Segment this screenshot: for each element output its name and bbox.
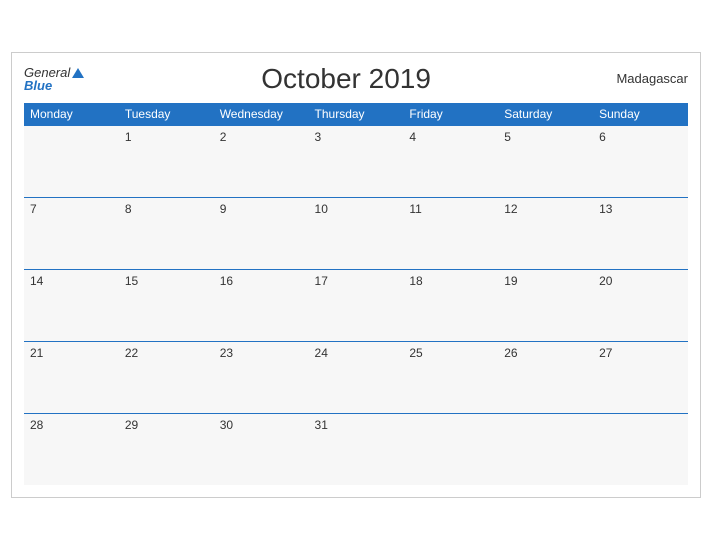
- weekday-header-wednesday: Wednesday: [214, 103, 309, 126]
- weekday-header-sunday: Sunday: [593, 103, 688, 126]
- day-number: 6: [599, 130, 606, 144]
- calendar-week-row: 28 29 30 31: [24, 413, 688, 485]
- calendar-cell: 18: [403, 269, 498, 341]
- day-number: 24: [315, 346, 328, 360]
- weekday-header-tuesday: Tuesday: [119, 103, 214, 126]
- weekday-header-friday: Friday: [403, 103, 498, 126]
- day-number: 1: [125, 130, 132, 144]
- calendar-cell: 19: [498, 269, 593, 341]
- day-number: 13: [599, 202, 612, 216]
- calendar-week-row: 7 8 9 10 11 12 13: [24, 197, 688, 269]
- calendar-cell: 13: [593, 197, 688, 269]
- month-title: October 2019: [84, 63, 608, 95]
- country-label: Madagascar: [608, 71, 688, 86]
- calendar-cell: [403, 413, 498, 485]
- calendar-cell: 11: [403, 197, 498, 269]
- day-number: 29: [125, 418, 138, 432]
- calendar-cell: [593, 413, 688, 485]
- day-number: 20: [599, 274, 612, 288]
- calendar-cell: 5: [498, 125, 593, 197]
- calendar-cell: 31: [309, 413, 404, 485]
- weekday-header-thursday: Thursday: [309, 103, 404, 126]
- day-number: 12: [504, 202, 517, 216]
- calendar-cell: 6: [593, 125, 688, 197]
- day-number: 7: [30, 202, 37, 216]
- calendar-grid: MondayTuesdayWednesdayThursdayFridaySatu…: [24, 103, 688, 486]
- logo-blue-text: Blue: [24, 79, 84, 92]
- day-number: 30: [220, 418, 233, 432]
- calendar-cell: 3: [309, 125, 404, 197]
- calendar-cell: 7: [24, 197, 119, 269]
- calendar-cell: 12: [498, 197, 593, 269]
- day-number: 2: [220, 130, 227, 144]
- calendar-cell: [24, 125, 119, 197]
- calendar-cell: [498, 413, 593, 485]
- calendar-cell: 2: [214, 125, 309, 197]
- day-number: 4: [409, 130, 416, 144]
- day-number: 21: [30, 346, 43, 360]
- calendar-week-row: 1 2 3 4 5 6: [24, 125, 688, 197]
- day-number: 27: [599, 346, 612, 360]
- calendar-cell: 24: [309, 341, 404, 413]
- day-number: 9: [220, 202, 227, 216]
- day-number: 31: [315, 418, 328, 432]
- day-number: 25: [409, 346, 422, 360]
- calendar-cell: 16: [214, 269, 309, 341]
- calendar-cell: 10: [309, 197, 404, 269]
- calendar-cell: 17: [309, 269, 404, 341]
- logo-triangle-icon: [72, 68, 84, 78]
- calendar-cell: 29: [119, 413, 214, 485]
- weekday-header-monday: Monday: [24, 103, 119, 126]
- calendar-cell: 14: [24, 269, 119, 341]
- calendar-cell: 4: [403, 125, 498, 197]
- day-number: 15: [125, 274, 138, 288]
- calendar-week-row: 14 15 16 17 18 19 20: [24, 269, 688, 341]
- weekday-header-row: MondayTuesdayWednesdayThursdayFridaySatu…: [24, 103, 688, 126]
- day-number: 17: [315, 274, 328, 288]
- day-number: 19: [504, 274, 517, 288]
- calendar-cell: 1: [119, 125, 214, 197]
- calendar-cell: 22: [119, 341, 214, 413]
- logo-general-text: General: [24, 66, 84, 79]
- calendar-cell: 23: [214, 341, 309, 413]
- weekday-header-saturday: Saturday: [498, 103, 593, 126]
- day-number: 18: [409, 274, 422, 288]
- calendar-cell: 26: [498, 341, 593, 413]
- day-number: 10: [315, 202, 328, 216]
- calendar-cell: 27: [593, 341, 688, 413]
- calendar-cell: 21: [24, 341, 119, 413]
- day-number: 11: [409, 202, 421, 216]
- day-number: 16: [220, 274, 233, 288]
- calendar-container: General Blue October 2019 Madagascar Mon…: [11, 52, 701, 499]
- logo: General Blue: [24, 66, 84, 92]
- calendar-cell: 15: [119, 269, 214, 341]
- day-number: 22: [125, 346, 138, 360]
- calendar-week-row: 21 22 23 24 25 26 27: [24, 341, 688, 413]
- day-number: 26: [504, 346, 517, 360]
- calendar-cell: 25: [403, 341, 498, 413]
- calendar-cell: 8: [119, 197, 214, 269]
- day-number: 14: [30, 274, 43, 288]
- day-number: 5: [504, 130, 511, 144]
- calendar-header: General Blue October 2019 Madagascar: [24, 63, 688, 95]
- calendar-cell: 9: [214, 197, 309, 269]
- calendar-cell: 20: [593, 269, 688, 341]
- calendar-cell: 28: [24, 413, 119, 485]
- day-number: 28: [30, 418, 43, 432]
- day-number: 23: [220, 346, 233, 360]
- calendar-body: 1234567891011121314151617181920212223242…: [24, 125, 688, 485]
- day-number: 8: [125, 202, 132, 216]
- calendar-cell: 30: [214, 413, 309, 485]
- day-number: 3: [315, 130, 322, 144]
